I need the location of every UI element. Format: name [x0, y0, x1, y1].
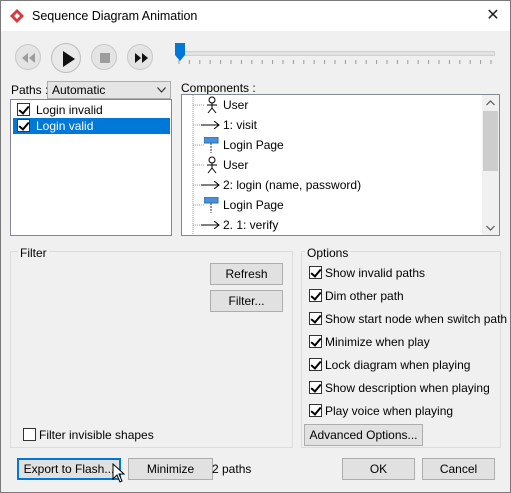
components-label: Components : — [181, 81, 256, 95]
option-checkbox[interactable] — [309, 289, 322, 302]
advanced-options-button[interactable]: Advanced Options... — [304, 424, 423, 446]
option-checkbox[interactable] — [309, 404, 322, 417]
path-item-selected[interactable]: Login valid — [13, 118, 170, 134]
cancel-button[interactable]: Cancel — [422, 458, 495, 480]
minimize-button[interactable]: Minimize — [128, 458, 213, 480]
component-label: 2. 1: verify — [223, 218, 279, 232]
path-count: 2 paths — [212, 462, 252, 476]
dialog-window: Sequence Diagram Animation ✕ Paths : Aut… — [0, 0, 511, 493]
play-button[interactable] — [51, 43, 81, 73]
options-group — [301, 251, 501, 448]
filter-button[interactable]: Filter... — [210, 290, 283, 312]
message-arrow-icon — [201, 181, 220, 189]
option-label: Show invalid paths — [325, 266, 426, 280]
components-tree: User 1: visit Login Page User 2: login (… — [181, 94, 500, 236]
path-checkbox[interactable] — [17, 103, 30, 116]
fast-forward-button[interactable] — [127, 44, 153, 70]
component-label: Login Page — [223, 138, 284, 152]
scroll-up-icon[interactable] — [486, 100, 495, 106]
filter-invisible-label: Filter invisible shapes — [39, 428, 154, 442]
rewind-button[interactable] — [15, 44, 41, 70]
stop-icon — [100, 53, 110, 63]
paths-label: Paths : — [11, 83, 49, 97]
option-label: Show description when playing — [325, 381, 490, 395]
option-label: Show start node when switch path — [325, 312, 508, 326]
fast-forward-icon — [135, 53, 148, 63]
timeline-track[interactable] — [178, 51, 495, 56]
option-checkbox[interactable] — [309, 381, 322, 394]
app-logo-icon — [10, 9, 24, 23]
option-checkbox[interactable] — [309, 266, 322, 279]
actor-icon — [207, 156, 217, 174]
component-item[interactable]: 2: login (name, password) — [182, 175, 482, 195]
title-bar: Sequence Diagram Animation ✕ — [1, 1, 510, 31]
message-arrow-icon — [201, 221, 220, 229]
timeline-ticks — [178, 60, 492, 64]
option-checkbox[interactable] — [309, 358, 322, 371]
scrollbar-thumb[interactable] — [483, 111, 498, 171]
lifeline-icon — [204, 197, 219, 213]
component-item[interactable]: User — [182, 155, 482, 175]
component-item[interactable]: 2. 1: verify — [182, 215, 482, 235]
close-button[interactable]: ✕ — [476, 1, 510, 31]
component-label: User — [223, 158, 249, 172]
chevron-down-icon — [157, 87, 166, 93]
component-item[interactable]: User — [182, 95, 482, 115]
component-item[interactable]: Login Page — [182, 195, 482, 215]
path-checkbox[interactable] — [17, 119, 30, 132]
paths-dropdown[interactable]: Automatic — [47, 81, 171, 99]
window-title: Sequence Diagram Animation — [32, 9, 198, 23]
ok-button[interactable]: OK — [342, 458, 415, 480]
option-label: Dim other path — [325, 289, 404, 303]
stop-button[interactable] — [91, 44, 117, 70]
rewind-icon — [22, 53, 35, 63]
option-checkbox[interactable] — [309, 312, 322, 325]
paths-list: Login invalid Login valid — [10, 99, 172, 236]
mouse-cursor-icon — [112, 463, 126, 483]
option-label: Lock diagram when playing — [325, 358, 471, 372]
message-arrow-icon — [201, 121, 220, 129]
component-item[interactable]: Login Page — [182, 135, 482, 155]
options-group-label: Options — [305, 246, 351, 260]
refresh-button[interactable]: Refresh — [210, 263, 283, 285]
option-label: Minimize when play — [325, 335, 430, 349]
lifeline-icon — [204, 137, 219, 153]
actor-icon — [207, 96, 217, 114]
path-item-label: Login valid — [36, 119, 94, 133]
component-item[interactable]: 1: visit — [182, 115, 482, 135]
paths-dropdown-value: Automatic — [52, 83, 106, 97]
component-label: 1: visit — [223, 118, 258, 132]
component-label: User — [223, 98, 249, 112]
option-checkbox[interactable] — [309, 335, 322, 348]
play-icon — [63, 51, 75, 67]
export-to-flash-button[interactable]: Export to Flash... — [17, 458, 121, 480]
components-scrollbar[interactable] — [482, 95, 499, 235]
close-icon: ✕ — [486, 7, 500, 24]
timeline-thumb[interactable] — [175, 43, 185, 61]
filter-invisible-checkbox[interactable] — [23, 428, 36, 441]
filter-group-label: Filter — [18, 246, 49, 260]
scroll-down-icon[interactable] — [486, 225, 495, 231]
path-item[interactable]: Login invalid — [13, 102, 170, 118]
component-label: Login Page — [223, 198, 284, 212]
path-item-label: Login invalid — [36, 103, 103, 117]
component-label: 2: login (name, password) — [223, 178, 362, 192]
option-label: Play voice when playing — [325, 404, 454, 418]
